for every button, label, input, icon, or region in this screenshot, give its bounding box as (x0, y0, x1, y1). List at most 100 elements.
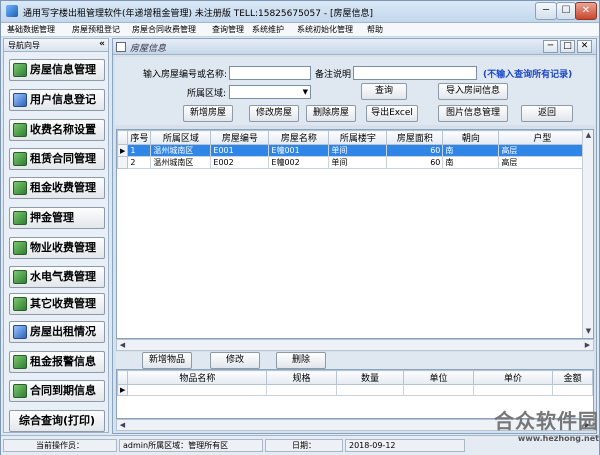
col-header[interactable]: 所属楼宇 (328, 130, 388, 145)
cell-type[interactable]: 高层 (498, 144, 587, 157)
cell-name[interactable]: E幢002 (268, 156, 330, 169)
back-button[interactable]: 返回 (521, 105, 573, 122)
cell-size[interactable]: 60 (386, 144, 444, 157)
area-select[interactable]: ▼ (229, 85, 311, 99)
nav-deposit[interactable]: 押金管理 (9, 207, 105, 229)
menu-basic-data[interactable]: 基础数据管理 (7, 24, 55, 35)
cell-no[interactable]: 2 (127, 156, 152, 169)
cell-type[interactable]: 高层 (498, 156, 587, 169)
nav-label: 合同到期信息 (30, 384, 96, 397)
watermark: 合众软件园 www.hezhong.net (467, 405, 599, 453)
col-header[interactable]: 物品名称 (127, 370, 268, 385)
date-label: 日期： (265, 439, 343, 452)
nav-other-fee[interactable]: 其它收费管理 (9, 293, 105, 315)
nav-label: 租赁合同管理 (30, 152, 96, 165)
empty-cell[interactable] (403, 384, 474, 396)
table-row[interactable]: 2 温州城南区 E002 E幢002 单间 60 南 高层 (117, 156, 587, 169)
cell-no[interactable]: 1 (127, 144, 152, 157)
house-table[interactable]: 序号 所属区域 房屋编号 房屋名称 所属楼宇 房屋面积 朝向 户型 ▶ 1 温州… (116, 129, 594, 339)
nav-user-register[interactable]: 用户信息登记 (9, 89, 105, 111)
horizontal-scrollbar[interactable]: ◀ ▶ (116, 339, 594, 351)
col-header[interactable]: 数量 (335, 370, 405, 385)
child-restore-button[interactable]: □ (560, 40, 575, 53)
nav-rent-fee[interactable]: 租金收费管理 (9, 177, 105, 199)
col-header[interactable]: 房屋面积 (386, 130, 444, 145)
empty-cell[interactable] (127, 384, 268, 396)
image-info-button[interactable]: 图片信息管理 (438, 105, 508, 122)
cell-code[interactable]: E002 (210, 156, 270, 169)
close-button[interactable]: ✕ (575, 2, 597, 20)
col-header[interactable]: 房屋编号 (210, 130, 270, 145)
edit-house-button[interactable]: 修改房屋 (249, 105, 299, 122)
code-input[interactable] (229, 66, 311, 80)
table-row[interactable]: ▶ (117, 384, 593, 396)
date-value: 2018-09-12 (345, 439, 465, 452)
scroll-left-icon[interactable]: ◀ (117, 420, 128, 430)
remark-input[interactable] (353, 66, 477, 80)
child-minimize-button[interactable]: ─ (543, 40, 558, 53)
cell-orient[interactable]: 南 (442, 156, 500, 169)
empty-cell[interactable] (335, 384, 405, 396)
col-header[interactable]: 所属区域 (150, 130, 212, 145)
menu-init[interactable]: 系统初始化管理 (297, 24, 353, 35)
menu-contract-fee[interactable]: 房屋合同收费管理 (132, 24, 196, 35)
menu-system[interactable]: 系统维护 (252, 24, 284, 35)
scroll-right-icon[interactable]: ▶ (582, 340, 593, 350)
cell-size[interactable]: 60 (386, 156, 444, 169)
col-header[interactable]: 单位 (403, 370, 474, 385)
empty-cell[interactable] (552, 384, 593, 396)
scroll-up-icon[interactable]: ▲ (583, 130, 593, 140)
cell-area[interactable]: 温州城南区 (150, 144, 212, 157)
cell-building[interactable]: 单间 (328, 144, 388, 157)
nav-rent-status[interactable]: 房屋出租情况 (9, 321, 105, 343)
menu-help[interactable]: 帮助 (367, 24, 383, 35)
nav-contract-expire[interactable]: 合同到期信息 (9, 380, 105, 402)
col-header[interactable]: 规格 (266, 370, 337, 385)
nav-label: 房屋出租情况 (30, 325, 96, 338)
menu-prerent[interactable]: 房屋预租登记 (72, 24, 120, 35)
cell-code[interactable]: E001 (210, 144, 270, 157)
col-header[interactable]: 金额 (552, 370, 593, 385)
export-excel-button[interactable]: 导出Excel (366, 105, 418, 122)
nav-label: 物业收费管理 (30, 241, 96, 254)
nav-fee-names[interactable]: 收费名称设置 (9, 119, 105, 141)
cell-name[interactable]: E幢001 (268, 144, 330, 157)
grid-icon (13, 181, 27, 195)
table-row[interactable]: ▶ 1 温州城南区 E001 E幢001 单间 60 南 高层 (117, 144, 587, 157)
nav-property-fee[interactable]: 物业收费管理 (9, 237, 105, 259)
nav-combined-query[interactable]: 综合查询(打印) (9, 410, 105, 432)
vertical-scrollbar[interactable]: ▲ ▼ (582, 130, 593, 338)
nav-lease-contract[interactable]: 租赁合同管理 (9, 148, 105, 170)
code-label: 输入房屋编号或名称: (143, 70, 228, 80)
import-rooms-button[interactable]: 导入房间信息 (438, 83, 508, 100)
edit-item-button[interactable]: 修改 (210, 352, 260, 369)
col-header[interactable]: 户型 (498, 130, 587, 145)
cell-orient[interactable]: 南 (442, 144, 500, 157)
col-header[interactable]: 序号 (127, 130, 152, 145)
child-close-button[interactable]: ✕ (577, 40, 592, 53)
nav-rent-alert[interactable]: 租金报警信息 (9, 351, 105, 373)
delete-item-button[interactable]: 删除 (276, 352, 326, 369)
delete-house-button[interactable]: 删除房屋 (306, 105, 356, 122)
empty-cell[interactable] (472, 384, 554, 396)
menu-query[interactable]: 查询管理 (212, 24, 244, 35)
add-house-button[interactable]: 新增房屋 (183, 105, 233, 122)
collapse-icon[interactable]: « (99, 39, 105, 49)
minimize-button[interactable]: ─ (535, 2, 557, 20)
nav-house-info[interactable]: 房屋信息管理 (9, 59, 105, 81)
items-header-row: 物品名称 规格 数量 单位 单价 金额 (117, 370, 593, 385)
scroll-left-icon[interactable]: ◀ (117, 340, 128, 350)
nav-utility-fee[interactable]: 水电气费管理 (9, 266, 105, 288)
nav-label: 押金管理 (30, 211, 74, 224)
col-header[interactable]: 朝向 (442, 130, 500, 145)
menu-bar: 基础数据管理 房屋预租登记 房屋合同收费管理 查询管理 系统维护 系统初始化管理… (1, 23, 599, 37)
empty-cell[interactable] (266, 384, 337, 396)
cell-area[interactable]: 温州城南区 (150, 156, 212, 169)
col-header[interactable]: 房屋名称 (268, 130, 330, 145)
scroll-down-icon[interactable]: ▼ (583, 326, 593, 336)
maximize-button[interactable]: ☐ (556, 2, 576, 20)
cell-building[interactable]: 单间 (328, 156, 388, 169)
query-button[interactable]: 查询 (361, 83, 407, 100)
col-header[interactable]: 单价 (472, 370, 554, 385)
add-item-button[interactable]: 新增物品 (142, 352, 192, 369)
